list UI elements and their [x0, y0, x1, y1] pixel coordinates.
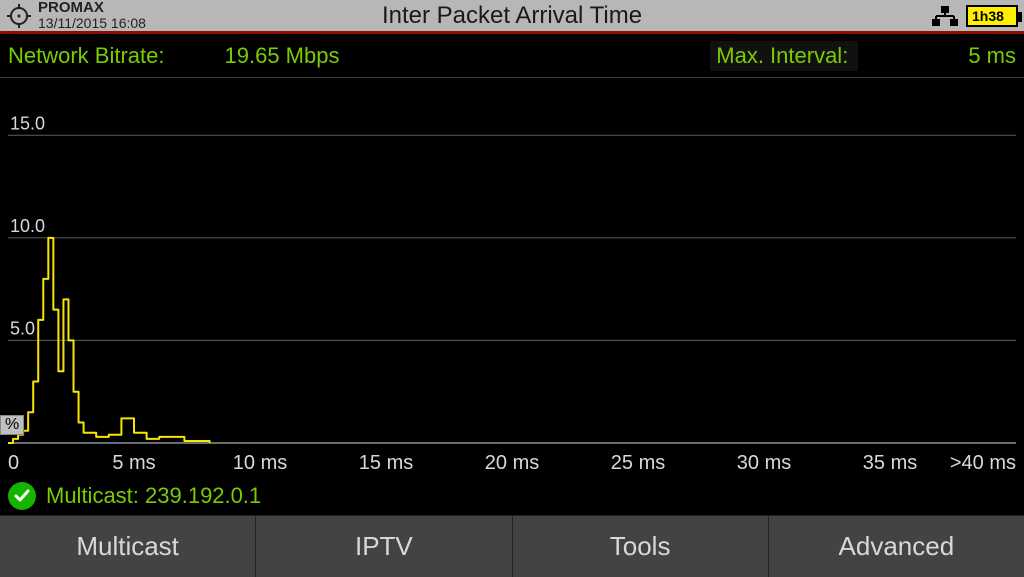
svg-text:30 ms: 30 ms [737, 452, 791, 474]
nav-tools[interactable]: Tools [513, 516, 769, 577]
crosshair-icon [6, 3, 32, 29]
svg-text:10.0: 10.0 [10, 216, 45, 236]
nav-footer: Multicast IPTV Tools Advanced [0, 515, 1024, 577]
info-bar: Network Bitrate: 19.65 Mbps Max. Interva… [0, 34, 1024, 78]
svg-text:10 ms: 10 ms [233, 452, 287, 474]
interval-label: Max. Interval: [710, 41, 858, 71]
bitrate-label: Network Bitrate: [8, 43, 165, 69]
header-bar: PROMAX 13/11/2015 16:08 Inter Packet Arr… [0, 0, 1024, 34]
svg-text:5.0: 5.0 [10, 318, 35, 338]
y-axis-unit-badge: % [0, 415, 24, 435]
svg-text:25 ms: 25 ms [611, 452, 665, 474]
svg-text:15.0: 15.0 [10, 113, 45, 133]
svg-text:>40 ms: >40 ms [950, 452, 1016, 474]
nav-multicast[interactable]: Multicast [0, 516, 256, 577]
status-text: Multicast: 239.192.0.1 [46, 483, 261, 509]
svg-text:5 ms: 5 ms [112, 452, 155, 474]
svg-text:35 ms: 35 ms [863, 452, 917, 474]
histogram-chart: 5.0 10.0 15.0 0 5 ms 10 ms 15 ms 20 ms 25 ms 30 m… [0, 78, 1024, 477]
nav-advanced[interactable]: Advanced [769, 516, 1024, 577]
status-row: Multicast: 239.192.0.1 [0, 477, 1024, 515]
battery-text: 1h38 [972, 8, 1004, 24]
timestamp: 13/11/2015 16:08 [38, 16, 146, 31]
svg-text:0: 0 [8, 452, 19, 474]
interval-value: 5 ms [968, 43, 1016, 69]
brand-name: PROMAX [38, 0, 146, 16]
network-icon [930, 5, 960, 27]
brand-block: PROMAX 13/11/2015 16:08 [38, 0, 146, 30]
page-title: Inter Packet Arrival Time [382, 2, 642, 30]
bitrate-value: 19.65 Mbps [225, 43, 340, 69]
check-icon [8, 482, 36, 510]
svg-text:20 ms: 20 ms [485, 452, 539, 474]
battery-indicator: 1h38 [966, 5, 1018, 27]
nav-iptv[interactable]: IPTV [256, 516, 512, 577]
svg-text:15 ms: 15 ms [359, 452, 413, 474]
